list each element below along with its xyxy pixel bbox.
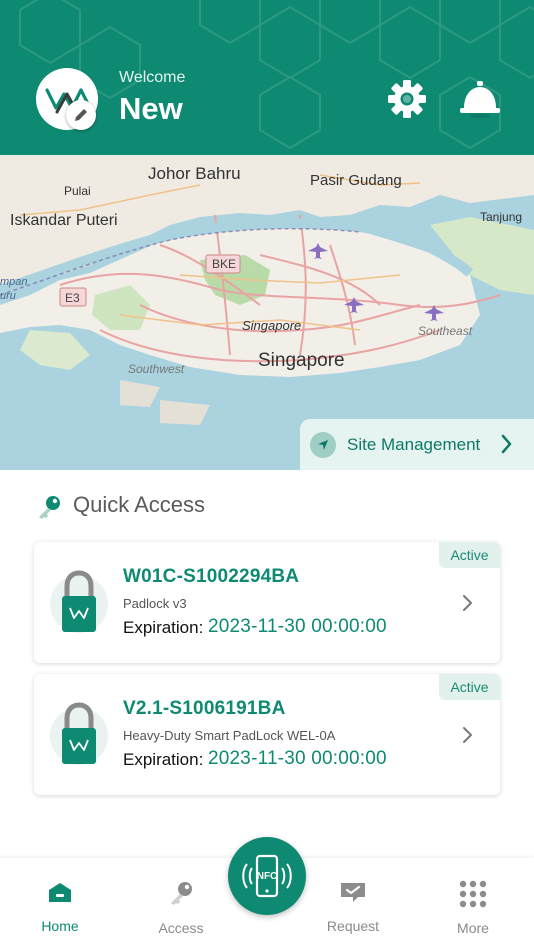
gear-icon[interactable] (386, 78, 428, 120)
nav-more[interactable]: More (428, 858, 518, 950)
map-label-singapore: Singapore (258, 350, 345, 371)
map-label-southeast: Southeast (418, 324, 473, 338)
nav-request[interactable]: Request (308, 858, 398, 950)
site-management-label: Site Management (347, 434, 481, 454)
pencil-icon (75, 109, 87, 121)
nfc-phone-icon: NFC (242, 854, 292, 898)
chevron-right-icon (463, 595, 472, 611)
expiration-label: Expiration: (123, 750, 204, 769)
home-icon (49, 883, 71, 902)
chevron-right-icon (501, 434, 512, 454)
key-icon (171, 882, 192, 905)
expiration-value: 2023-11-30 00:00:00 (208, 748, 387, 769)
navigation-arrow-icon (310, 431, 336, 458)
map-label-bke: BKE (212, 257, 236, 271)
lock-model: Padlock v3 (123, 596, 187, 611)
status-badge: Active (439, 542, 500, 568)
map-label-pasir-gudang: Pasir Gudang (310, 172, 402, 189)
nav-home-label: Home (41, 918, 79, 934)
padlock-icon (62, 702, 96, 764)
expiration-value: 2023-11-30 00:00:00 (208, 616, 387, 637)
nav-access-label: Access (158, 920, 204, 936)
expiration-label: Expiration: (123, 618, 204, 637)
nfc-label: NFC (257, 871, 278, 882)
map-label-tanjung: Tanjung (480, 210, 522, 224)
map-label-iskandar-puteri: Iskandar Puteri (10, 212, 118, 229)
site-management-button[interactable]: Site Management (300, 419, 534, 470)
map-label-southwest: Southwest (128, 362, 185, 376)
quick-access-title: Quick Access (73, 492, 206, 517)
map-label-singapore-small: Singapore (242, 318, 301, 333)
lock-name: W01C-S1002294BA (123, 566, 300, 587)
edit-avatar-button[interactable] (66, 100, 96, 130)
chevron-right-icon (463, 727, 472, 743)
padlock-icon (62, 570, 96, 632)
nav-request-label: Request (326, 918, 380, 934)
map-label-e3: E3 (65, 291, 80, 305)
lock-model: Heavy-Duty Smart PadLock WEL-0A (123, 728, 336, 743)
nav-access[interactable]: Access (136, 858, 226, 950)
app-header: Welcome New (0, 0, 534, 155)
service-bell-icon[interactable] (458, 78, 502, 120)
nav-home[interactable]: Home (15, 858, 105, 950)
map-label-kampung-b: uru (0, 290, 16, 302)
nfc-button[interactable]: NFC (228, 837, 306, 915)
lock-card[interactable]: Active W01C-S1002294BA Padlock v3 Expira… (34, 542, 500, 663)
status-badge: Active (439, 674, 500, 700)
map-label-pulai: Pulai (64, 184, 91, 198)
request-icon (341, 883, 365, 902)
lock-name: V2.1-S1006191BA (123, 698, 286, 719)
username: New (119, 91, 183, 126)
key-icon (39, 496, 60, 519)
map-label-kampung-a: mpan (0, 276, 28, 288)
map-label-johor-bahru: Johor Bahru (148, 164, 241, 183)
nav-more-label: More (457, 920, 489, 936)
lock-card[interactable]: Active V2.1-S1006191BA Heavy-Duty Smart … (34, 674, 500, 795)
welcome-text: Welcome (119, 69, 186, 86)
grid-icon (459, 880, 487, 908)
